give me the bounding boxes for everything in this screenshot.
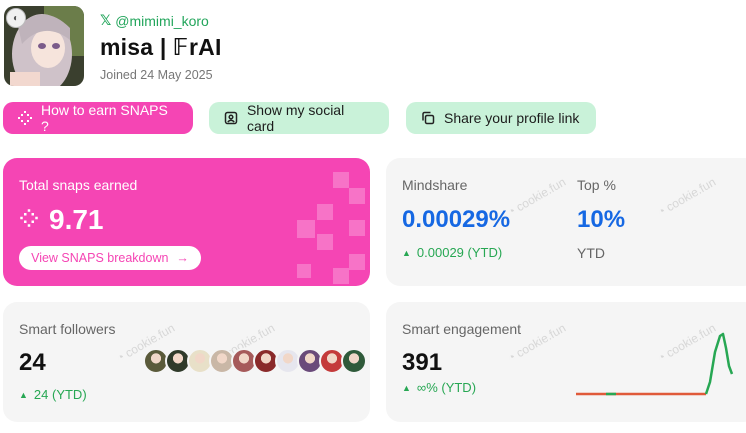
twitter-handle[interactable]: 𝕏 @mimimi_koro [100, 12, 209, 29]
x-logo-icon: 𝕏 [100, 12, 112, 28]
id-card-icon [223, 110, 239, 126]
arrow-right-icon: → [176, 251, 189, 265]
smart-engagement-change: ∞% (YTD) [416, 380, 477, 395]
smart-engagement-label: Smart engagement [402, 321, 522, 337]
how-to-earn-label: How to earn SNAPS ? [41, 102, 168, 134]
triangle-up-icon: ▲ [402, 382, 411, 393]
share-profile-link-button[interactable]: Share your profile link [406, 102, 596, 134]
smart-engagement-value: 391 [402, 349, 443, 376]
smart-followers-change: 24 (YTD) [33, 387, 87, 402]
top-percent-value: 10% [577, 206, 626, 233]
copy-icon [420, 110, 436, 126]
total-snaps-card: Total snaps earned 9.71 View SNAPS break… [3, 158, 370, 286]
smart-followers-label: Smart followers [19, 321, 116, 337]
share-profile-label: Share your profile link [444, 110, 580, 126]
mindshare-change: 0.00029 (YTD) [416, 245, 503, 260]
sparkline-spike [704, 332, 734, 395]
snaps-icon [19, 208, 39, 233]
follower-avatars[interactable] [143, 348, 367, 374]
handle-text: @mimimi_koro [115, 12, 209, 29]
pixel-decoration [297, 172, 365, 284]
smart-followers-value: 24 [19, 349, 46, 376]
snaps-breakdown-button[interactable]: View SNAPS breakdown → [19, 246, 201, 270]
joined-date: Joined 24 May 2025 [100, 68, 213, 82]
watermark: ◔cookie.fun [654, 174, 719, 220]
triangle-up-icon: ▲ [19, 389, 28, 400]
mindshare-value: 0.00029% [402, 206, 511, 233]
social-card-label: Show my social card [246, 102, 345, 134]
snaps-icon [17, 110, 33, 126]
total-snaps-value: 9.71 [49, 204, 104, 235]
show-social-card-button[interactable]: Show my social card [209, 102, 389, 134]
triangle-up-icon: ▲ [402, 247, 411, 258]
top-percent-period: YTD [577, 245, 605, 261]
smart-engagement-card: ◔ cookie.fun ◔ cookie.fun Smart engagement… [386, 302, 746, 422]
how-to-earn-button[interactable]: How to earn SNAPS ? [3, 102, 193, 134]
top-percent-label: Top % [577, 177, 616, 193]
mindshare-card: ◔ cookie.fun ◔ cookie.fun Mindshare 0.0002… [386, 158, 746, 286]
total-snaps-label: Total snaps earned [19, 177, 138, 193]
follower-avatar[interactable] [341, 348, 367, 374]
smart-followers-card: ◔cookie.fun ◔cookie.fun Smart followers … [3, 302, 370, 422]
watermark: ◔cookie.fun [504, 174, 569, 220]
engagement-sparkline [576, 332, 734, 396]
profile-name: misa | 𝔽rAI [100, 34, 222, 60]
mindshare-label: Mindshare [402, 177, 468, 193]
verified-badge-icon: ◐ [6, 8, 26, 28]
snaps-breakdown-label: View SNAPS breakdown [31, 251, 169, 265]
